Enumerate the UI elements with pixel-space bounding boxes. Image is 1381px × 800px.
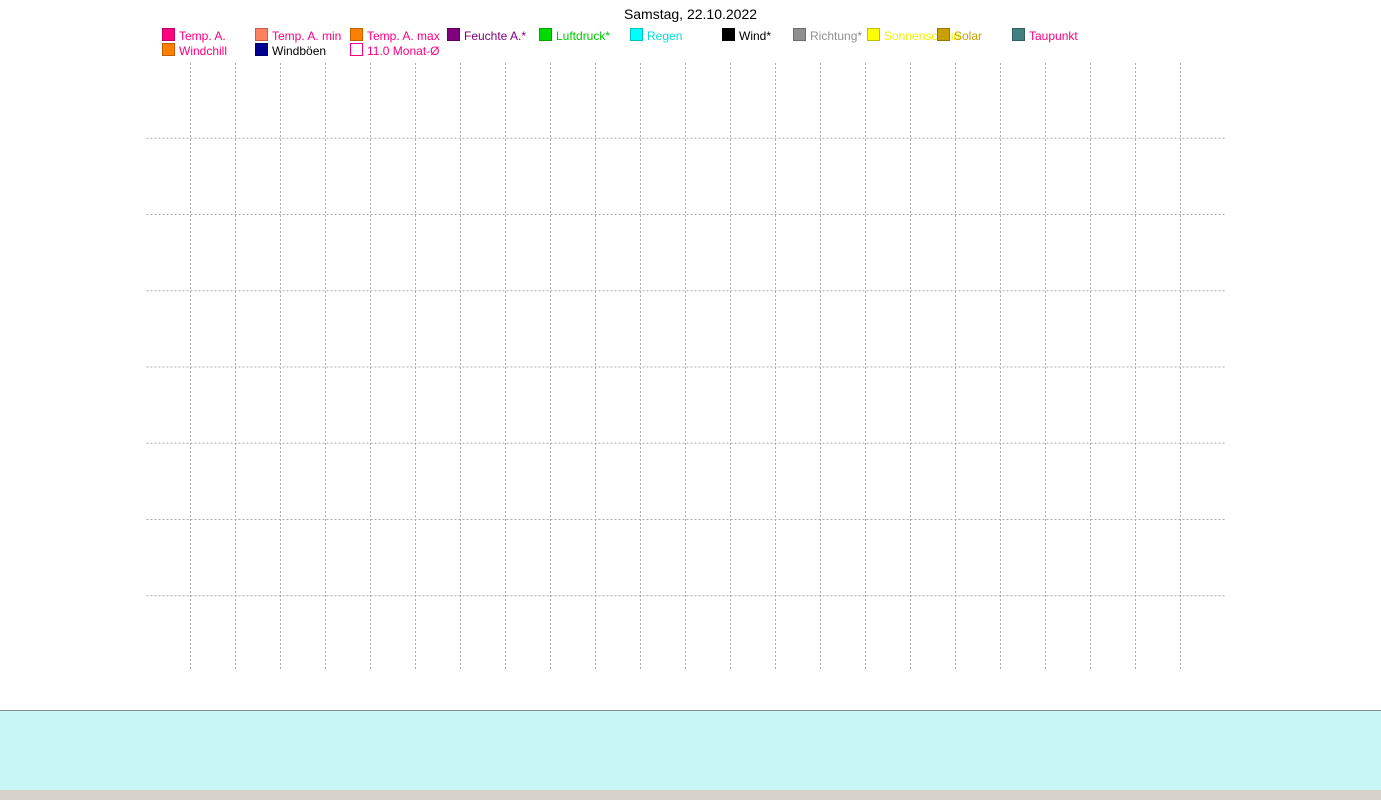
sensor-stats-table <box>0 710 1381 791</box>
status-bar <box>0 790 1381 800</box>
weather-app-window: Samstag, 22.10.2022 Temp. A. Temp. A. min… <box>0 0 1381 800</box>
weather-chart <box>146 63 1225 671</box>
